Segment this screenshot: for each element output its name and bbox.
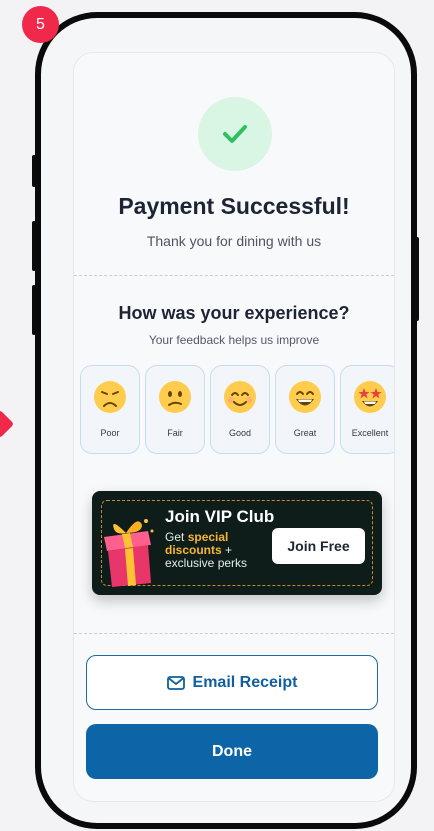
rating-label: Great: [293, 428, 317, 438]
smiling-face-icon: [224, 381, 256, 413]
gift-icon: [104, 519, 154, 587]
rating-option-great[interactable]: Great: [275, 365, 335, 454]
page-subtitle: Thank you for dining with us: [146, 233, 322, 249]
power-button: [415, 237, 419, 321]
section-divider: [74, 275, 394, 276]
rating-option-excellent[interactable]: Excellent: [340, 365, 394, 454]
phone-screen: Payment Successful! Thank you for dining…: [41, 18, 411, 823]
volume-up-button: [32, 221, 36, 271]
mute-switch: [32, 155, 36, 187]
success-badge: [198, 97, 272, 171]
rating-options: Poor Fair Good Great Excellent: [80, 365, 394, 454]
vip-description: Get special discounts + exclusive perks: [165, 531, 273, 570]
section-divider: [74, 633, 394, 634]
feedback-question: How was your experience?: [118, 303, 350, 323]
grinning-face-icon: [289, 381, 321, 413]
vip-promo-banner: Join VIP Club Get special discounts + ex…: [92, 491, 382, 595]
rating-label: Fair: [167, 428, 183, 438]
join-free-button[interactable]: Join Free: [272, 528, 365, 564]
disappointed-face-icon: [94, 381, 126, 413]
rating-option-good[interactable]: Good: [210, 365, 270, 454]
feedback-hint: Your feedback helps us improve: [148, 333, 320, 347]
rating-label: Good: [228, 428, 252, 438]
vip-text-prefix: Get: [165, 530, 188, 544]
page-title: Payment Successful!: [118, 193, 350, 219]
vip-title: Join VIP Club: [165, 507, 275, 526]
side-arrow-icon: [0, 409, 15, 439]
star-struck-face-icon: [354, 381, 386, 413]
confused-face-icon: [159, 381, 191, 413]
email-receipt-label: Email Receipt: [192, 673, 298, 691]
done-button[interactable]: Done: [86, 724, 378, 779]
phone-frame: Payment Successful! Thank you for dining…: [32, 12, 419, 829]
rating-label: Excellent: [351, 428, 389, 438]
check-icon: [223, 125, 247, 143]
rating-label: Poor: [100, 428, 120, 438]
rating-option-poor[interactable]: Poor: [80, 365, 140, 454]
mail-icon: [166, 675, 185, 690]
step-badge: 5: [22, 6, 59, 43]
email-receipt-button[interactable]: Email Receipt: [86, 655, 378, 710]
rating-option-fair[interactable]: Fair: [145, 365, 205, 454]
volume-down-button: [32, 285, 36, 335]
payment-success-card: Payment Successful! Thank you for dining…: [73, 52, 395, 802]
